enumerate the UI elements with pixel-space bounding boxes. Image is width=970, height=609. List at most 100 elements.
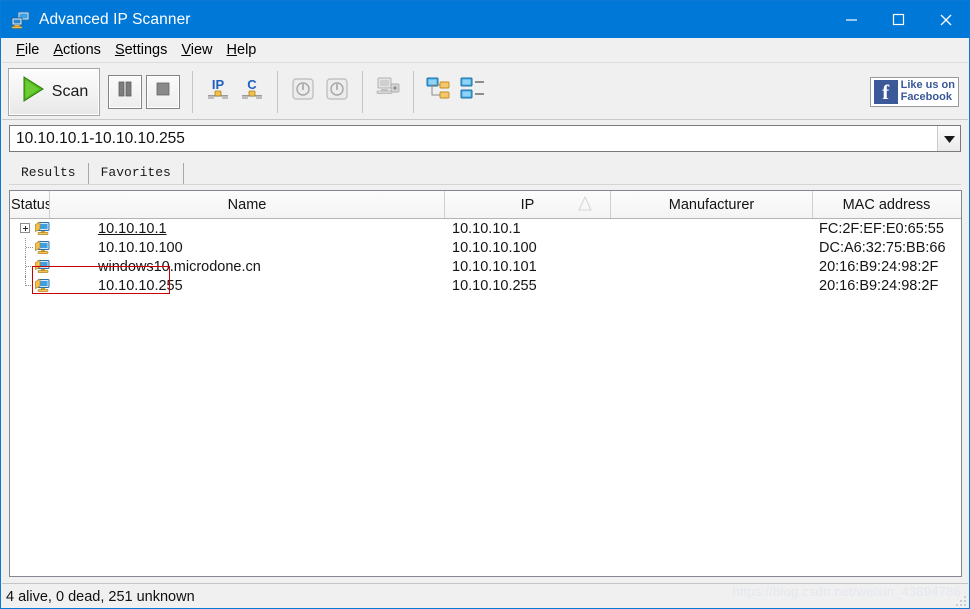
window-controls [828, 1, 969, 38]
column-header-status-label: Status [11, 196, 50, 213]
facebook-icon: f [873, 79, 898, 104]
row-name-cell[interactable]: 10.10.10.100 [50, 238, 445, 257]
ip-range-input[interactable]: 10.10.10.1-10.10.10.255 [10, 130, 937, 148]
column-header-manufacturer[interactable]: Manufacturer [611, 191, 813, 218]
table-row[interactable]: 10.10.10.255 10.10.10.255 20:16:B9:24:98… [10, 276, 961, 295]
shutdown-button [320, 75, 354, 109]
menu-actions-accel: A [53, 42, 64, 58]
watermark-text: https://blog.csdn.net/weixin_43894786 [732, 584, 961, 599]
table-row[interactable]: 10.10.10.1 10.10.10.1 FC:2F:EF:E0:65:55 [10, 219, 961, 238]
row-name-cell[interactable]: 10.10.10.1 [50, 219, 445, 238]
collapse-tree-icon [458, 75, 488, 108]
row-ip-cell: 10.10.10.101 [452, 258, 537, 275]
row-name-label[interactable]: 10.10.10.100 [50, 240, 183, 256]
column-header-ip[interactable]: IP [445, 191, 611, 218]
toolbar-separator-1 [192, 70, 193, 113]
power-on-icon [290, 76, 316, 107]
app-icon [11, 11, 31, 29]
column-header-name[interactable]: Name [50, 191, 445, 218]
row-name-cell[interactable]: 10.10.10.255 [50, 276, 445, 295]
row-mac-cell: DC:A6:32:75:BB:66 [819, 239, 946, 256]
row-name-label[interactable]: 10.10.10.255 [50, 278, 183, 294]
table-row[interactable]: 10.10.10.100 10.10.10.100 DC:A6:32:75:BB… [10, 238, 961, 257]
collapse-all-button[interactable] [456, 75, 490, 109]
row-mac-cell: 20:16:B9:24:98:2F [819, 258, 939, 275]
computer-alive-icon [35, 278, 50, 295]
window-title: Advanced IP Scanner [39, 10, 191, 28]
toolbar-separator-3 [362, 70, 363, 113]
row-status-cell [10, 276, 50, 295]
toolbar-separator-2 [277, 70, 278, 113]
menu-file[interactable]: File [10, 40, 47, 60]
row-name-label[interactable]: windows10.microdone.cn [50, 259, 261, 275]
row-status-cell [10, 219, 50, 238]
row-ip-cell: 10.10.10.1 [452, 220, 521, 237]
titlebar: Advanced IP Scanner [1, 1, 969, 38]
row-manufacturer-cell [611, 276, 813, 295]
c-label-icon: C [237, 74, 267, 109]
column-header-mac-address[interactable]: MAC address [813, 191, 960, 218]
menu-view[interactable]: View [175, 40, 220, 60]
computer-alive-icon [35, 221, 50, 238]
toolbar-separator-4 [413, 70, 414, 113]
advanced-ip-scanner-window: Advanced IP Scanner File Actions Setting… [0, 0, 970, 609]
computer-alive-icon [35, 240, 50, 257]
menu-help-accel: H [226, 42, 238, 58]
tree-line [25, 238, 33, 257]
svg-text:C: C [247, 77, 257, 92]
close-button[interactable] [922, 1, 969, 38]
scan-label: Scan [51, 82, 89, 100]
ip-range-combobox[interactable]: 10.10.10.1-10.10.10.255 [9, 125, 961, 152]
menu-actions[interactable]: Actions [47, 40, 109, 60]
chevron-down-icon [943, 130, 955, 148]
row-status-cell [10, 238, 50, 257]
table-row[interactable]: windows10.microdone.cn 10.10.10.101 20:1… [10, 257, 961, 276]
row-mac-cell: FC:2F:EF:E0:65:55 [819, 220, 944, 237]
row-mac-cell: 20:16:B9:24:98:2F [819, 277, 939, 294]
row-status-cell [10, 257, 50, 276]
ip-list-button[interactable]: IP [201, 75, 235, 109]
row-ip-cell: 10.10.10.255 [452, 277, 537, 294]
minimize-button[interactable] [828, 1, 875, 38]
tabstrip: Results Favorites [9, 159, 961, 185]
column-header-manufacturer-label: Manufacturer [668, 196, 755, 213]
ip-label-icon: IP [203, 74, 233, 109]
tab-favorites[interactable]: Favorites [89, 163, 184, 184]
menu-help[interactable]: Help [221, 40, 265, 60]
facebook-line-2: Facebook [900, 90, 952, 103]
menu-settings-accel: S [114, 42, 125, 58]
scan-button[interactable]: Scan [8, 67, 100, 116]
facebook-like-button[interactable]: f Like us on Facebook [869, 76, 959, 107]
svg-text:IP: IP [212, 77, 225, 92]
expand-node-icon[interactable] [20, 223, 30, 233]
ip-range-bar: 10.10.10.1-10.10.10.255 [2, 120, 968, 157]
resize-grip-icon[interactable] [955, 594, 967, 606]
row-name-cell[interactable]: windows10.microdone.cn [50, 257, 445, 276]
menu-file-label: ile [24, 42, 40, 58]
computer-alive-icon [35, 259, 50, 276]
sort-ascending-icon [578, 195, 592, 215]
menu-settings[interactable]: Settings [109, 40, 175, 60]
stop-icon [154, 80, 172, 103]
scan-summary-text: 4 alive, 0 dead, 251 unknown [6, 589, 195, 605]
add-computer-icon [373, 75, 403, 108]
maximize-button[interactable] [875, 1, 922, 38]
tab-results[interactable]: Results [9, 163, 89, 184]
menu-actions-label: ctions [63, 42, 101, 58]
pause-icon [116, 80, 134, 103]
pause-button[interactable] [108, 74, 142, 109]
results-table: Status Name IP Manufacturer MAC address [9, 190, 962, 577]
menubar: File Actions Settings View Help [2, 38, 968, 63]
stop-button[interactable] [146, 74, 180, 109]
computer-list-button[interactable]: C [235, 75, 269, 109]
row-manufacturer-cell [611, 257, 813, 276]
toolbar: Scan IP C f Like us on Facebook [2, 64, 968, 120]
menu-settings-label: ettings [124, 42, 168, 58]
expand-all-button[interactable] [422, 75, 456, 109]
column-header-status[interactable]: Status [10, 191, 50, 218]
row-name-label[interactable]: 10.10.10.1 [50, 221, 167, 237]
tree-line [25, 276, 33, 286]
expand-tree-icon [424, 75, 454, 108]
wake-on-lan-button [286, 75, 320, 109]
ip-range-dropdown-button[interactable] [937, 126, 960, 151]
